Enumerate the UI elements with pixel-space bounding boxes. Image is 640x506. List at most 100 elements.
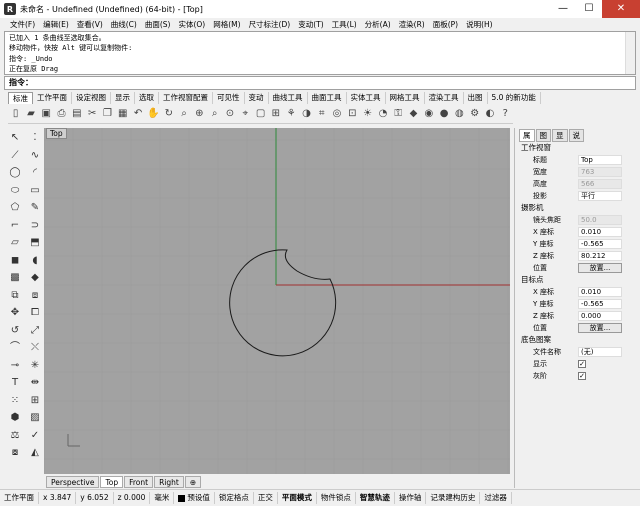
explode-icon[interactable]: ✳ — [27, 358, 43, 374]
pan-icon[interactable]: ✋ — [147, 107, 159, 120]
camera-place-button[interactable]: 放置... — [578, 263, 622, 273]
gray-checkbox[interactable]: ✓ — [578, 372, 586, 380]
box-icon[interactable]: ◼ — [7, 253, 23, 269]
text-icon[interactable]: T — [7, 375, 23, 391]
tab-display[interactable]: 显示 — [111, 92, 135, 104]
offset-icon[interactable]: ⊃ — [27, 218, 43, 234]
fillet-icon[interactable]: ⌐ — [7, 218, 23, 234]
tab-solid-tools[interactable]: 实体工具 — [347, 92, 386, 104]
menu-panels[interactable]: 面板(P) — [429, 18, 462, 31]
projection-select[interactable]: 平行 — [578, 191, 622, 201]
status-ortho[interactable]: 正交 — [254, 492, 278, 504]
hatch-icon[interactable]: ▨ — [27, 410, 43, 426]
menu-file[interactable]: 文件(F) — [6, 18, 39, 31]
extrude-icon[interactable]: ⬒ — [27, 235, 43, 251]
tab-set-view[interactable]: 设定视图 — [72, 92, 111, 104]
help-icon[interactable]: ? — [499, 107, 511, 120]
tab-right[interactable]: Right — [154, 476, 184, 488]
target-y-field[interactable]: -0.565 — [578, 299, 622, 309]
menu-dimension[interactable]: 尺寸标注(D) — [245, 18, 295, 31]
status-osnap[interactable]: 物件锁点 — [317, 492, 356, 504]
join-icon[interactable]: ⊸ — [7, 358, 23, 374]
print-icon[interactable]: ⎙ — [55, 107, 67, 120]
point-icon[interactable]: ⁚ — [27, 130, 43, 146]
rectangle-icon[interactable]: ▭ — [27, 183, 43, 199]
four-view-icon[interactable]: ⊞ — [270, 107, 282, 120]
filename-field[interactable]: (无) — [578, 347, 622, 357]
menu-solid[interactable]: 实体(O) — [174, 18, 209, 31]
status-filter[interactable]: 过滤器 — [480, 492, 512, 504]
pacman-curve[interactable] — [229, 249, 337, 357]
menu-curve[interactable]: 曲线(C) — [107, 18, 141, 31]
add-viewport-icon[interactable]: ⊕ — [184, 476, 202, 488]
tab-select[interactable]: 选取 — [135, 92, 159, 104]
status-smarttrack[interactable]: 智慧轨迹 — [356, 492, 395, 504]
tab-help[interactable]: 说 — [568, 128, 584, 142]
dimension-icon[interactable]: ⇹ — [27, 375, 43, 391]
camera-y-field[interactable]: -0.565 — [578, 239, 622, 249]
hide-icon[interactable]: ◔ — [377, 107, 389, 120]
top-viewport[interactable] — [44, 128, 510, 474]
copy-obj-icon[interactable]: ⧠ — [27, 305, 43, 321]
tab-render-tools[interactable]: 渲染工具 — [425, 92, 464, 104]
boolean-icon[interactable]: ⧈ — [27, 288, 43, 304]
tab-mesh-tools[interactable]: 网格工具 — [386, 92, 425, 104]
status-layer[interactable]: 预设值 — [174, 492, 215, 504]
tab-perspective[interactable]: Perspective — [46, 476, 100, 488]
zoom-icon[interactable]: ⌕ — [178, 107, 190, 120]
tab-visibility[interactable]: 可见性 — [213, 92, 245, 104]
target-z-field[interactable]: 0.000 — [578, 311, 622, 321]
status-history[interactable]: 记录建构历史 — [426, 492, 481, 504]
status-gumball[interactable]: 操作轴 — [395, 492, 427, 504]
zoom-target-icon[interactable]: ⌖ — [239, 107, 251, 120]
tab-standard[interactable]: 标准 — [8, 92, 33, 104]
show-checkbox[interactable]: ✓ — [578, 360, 586, 368]
status-unit[interactable]: 毫米 — [150, 492, 175, 504]
check-icon[interactable]: ✓ — [27, 428, 43, 444]
paste-icon[interactable]: ▦ — [117, 107, 129, 120]
copy-icon[interactable]: ❐ — [101, 107, 113, 120]
array-icon[interactable]: ⁙ — [7, 393, 23, 409]
history-scrollbar[interactable] — [625, 32, 635, 74]
menu-surface[interactable]: 曲面(S) — [141, 18, 175, 31]
camera-z-field[interactable]: 80.212 — [578, 251, 622, 261]
freeform-icon[interactable]: ✎ — [27, 200, 43, 216]
tab-top[interactable]: Top — [100, 476, 124, 488]
menu-render[interactable]: 渲染(R) — [395, 18, 429, 31]
tab-viewport-layout[interactable]: 工作视窗配置 — [159, 92, 213, 104]
polyline-icon[interactable]: ⟋ — [7, 148, 23, 164]
group-icon[interactable]: ⧇ — [7, 445, 23, 461]
save-icon[interactable]: ▣ — [40, 107, 52, 120]
scale-icon[interactable]: ⤢ — [27, 323, 43, 339]
status-planar[interactable]: 平面模式 — [278, 492, 317, 504]
mesh-icon[interactable]: ▩ — [7, 270, 23, 286]
maximize-button[interactable]: ☐ — [576, 0, 602, 18]
menu-transform[interactable]: 变动(T) — [294, 18, 327, 31]
polygon-icon[interactable]: ⬠ — [7, 200, 23, 216]
menu-tools[interactable]: 工具(L) — [328, 18, 361, 31]
undo-icon[interactable]: ↶ — [132, 107, 144, 120]
command-prompt[interactable]: 指令： — [4, 76, 636, 90]
viewport-icon[interactable]: ▢ — [254, 107, 266, 120]
solid-icon[interactable]: ◆ — [27, 270, 43, 286]
cut-icon[interactable]: ✂ — [86, 107, 98, 120]
target-x-field[interactable]: 0.010 — [578, 287, 622, 297]
tab-new-in-v5[interactable]: 5.0 的新功能 — [488, 92, 541, 104]
open-file-icon[interactable]: ▰ — [25, 107, 37, 120]
minimize-button[interactable]: — — [550, 0, 576, 18]
tab-drafting[interactable]: 出图 — [464, 92, 488, 104]
zoom-window-icon[interactable]: ⊕ — [193, 107, 205, 120]
circle-icon[interactable]: ◯ — [7, 165, 23, 181]
curve-icon[interactable]: ∿ — [27, 148, 43, 164]
grid-icon[interactable]: ⊞ — [27, 393, 43, 409]
tab-front[interactable]: Front — [124, 476, 154, 488]
surface-icon[interactable]: ▱ — [7, 235, 23, 251]
target-place-button[interactable]: 放置... — [578, 323, 622, 333]
tab-cplanes[interactable]: 工作平面 — [33, 92, 72, 104]
trim-icon[interactable]: ⌒ — [7, 340, 23, 356]
menu-analyze[interactable]: 分析(A) — [361, 18, 395, 31]
lock-icon[interactable]: ⚿ — [392, 107, 404, 120]
status-grid-snap[interactable]: 锁定格点 — [215, 492, 254, 504]
options-icon[interactable]: ⚙ — [469, 107, 481, 120]
tab-transform[interactable]: 变动 — [245, 92, 269, 104]
